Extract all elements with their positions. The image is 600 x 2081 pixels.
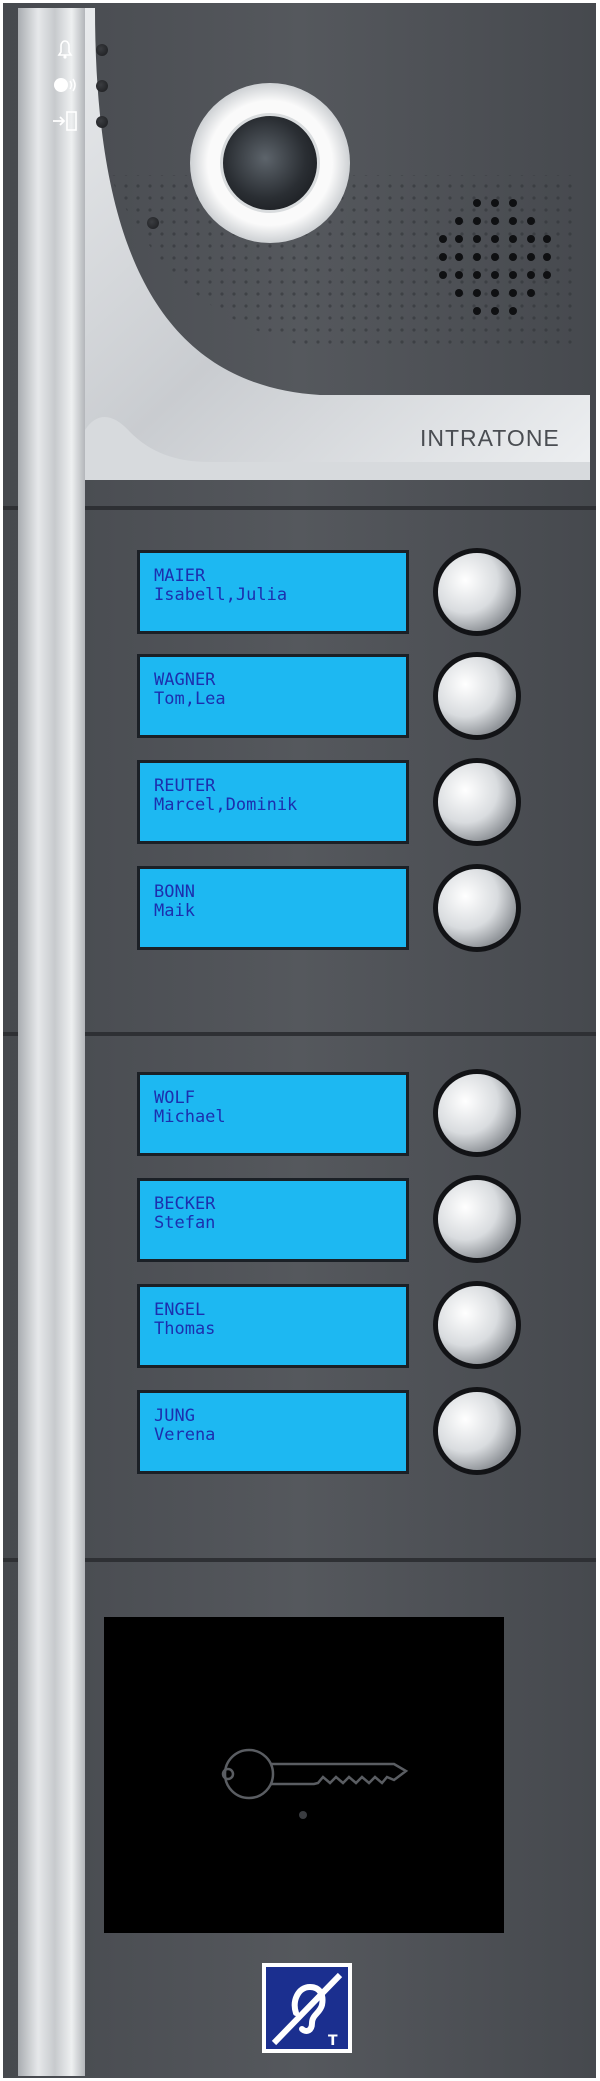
resident-surname: JUNG [154, 1406, 195, 1426]
call-button-2[interactable] [433, 652, 521, 740]
resident-first-names: Verena [154, 1425, 216, 1445]
camera-lens-icon [220, 113, 320, 213]
door-entry-icon [50, 110, 80, 132]
resident-first-names: Thomas [154, 1319, 216, 1339]
name-display-4: BONN Maik [137, 866, 409, 950]
resident-first-names: Marcel,Dominik [154, 795, 298, 815]
resident-surname: MAIER [154, 566, 206, 586]
call-button-5[interactable] [433, 1069, 521, 1157]
name-display-5: WOLF Michael [137, 1072, 409, 1156]
call-button-8[interactable] [433, 1387, 521, 1475]
hearing-loop-label: T [328, 2033, 338, 2049]
call-button-7[interactable] [433, 1281, 521, 1369]
resident-surname: REUTER [154, 776, 216, 796]
resident-surname: WOLF [154, 1088, 195, 1108]
call-button-6[interactable] [433, 1175, 521, 1263]
hearing-loop-badge: T [262, 1963, 352, 2053]
status-led-1 [96, 44, 108, 56]
name-display-8: JUNG Verena [137, 1390, 409, 1474]
call-button-3[interactable] [433, 758, 521, 846]
resident-surname: BONN [154, 882, 195, 902]
resident-surname: WAGNER [154, 670, 216, 690]
status-led-3 [96, 116, 108, 128]
resident-surname: BECKER [154, 1194, 216, 1214]
microphone-hole [147, 217, 159, 229]
status-led-2 [96, 80, 108, 92]
speaking-head-icon [50, 74, 80, 96]
hearing-loop-icon: T [266, 1967, 348, 2049]
call-button-4[interactable] [433, 864, 521, 952]
name-display-3: REUTER Marcel,Dominik [137, 760, 409, 844]
resident-first-names: Michael [154, 1107, 226, 1127]
resident-first-names: Stefan [154, 1213, 216, 1233]
name-display-7: ENGEL Thomas [137, 1284, 409, 1368]
key-icon [221, 1748, 409, 1819]
key-reader[interactable] [104, 1617, 504, 1933]
camera [190, 83, 350, 243]
brand-logo: INTRATONE [420, 425, 560, 451]
name-display-2: WAGNER Tom,Lea [137, 654, 409, 738]
call-button-1[interactable] [433, 548, 521, 636]
name-display-6: BECKER Stefan [137, 1178, 409, 1262]
speaker-grille [439, 199, 551, 315]
bell-icon [50, 38, 80, 60]
resident-surname: ENGEL [154, 1300, 206, 1320]
resident-first-names: Maik [154, 901, 195, 921]
name-display-1: MAIER Isabell,Julia [137, 550, 409, 634]
resident-first-names: Tom,Lea [154, 689, 226, 709]
resident-first-names: Isabell,Julia [154, 585, 288, 605]
